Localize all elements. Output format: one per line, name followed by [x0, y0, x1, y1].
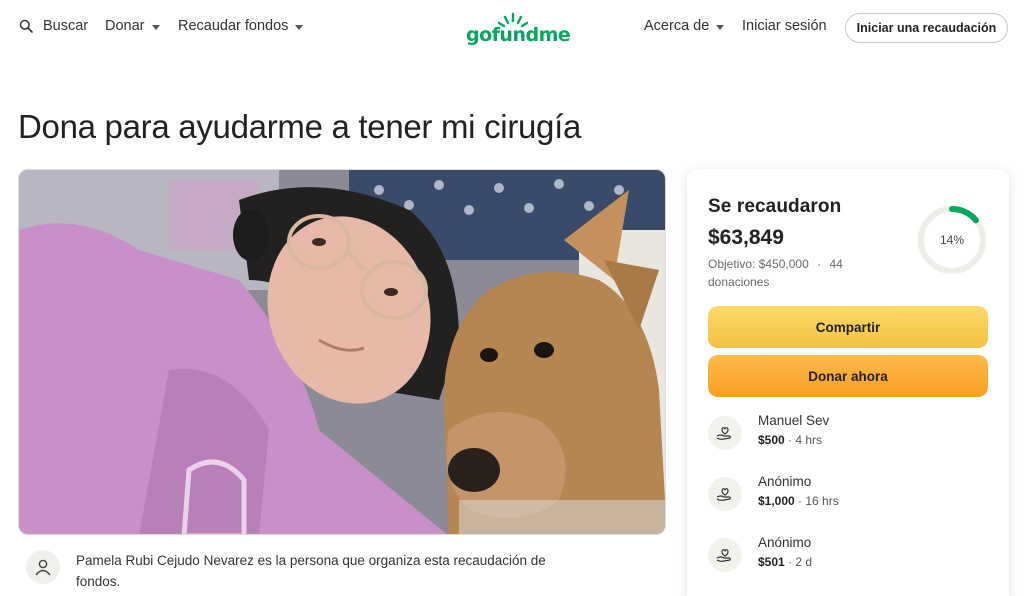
- donate-menu[interactable]: Donar: [105, 18, 160, 34]
- organizer-avatar: [26, 550, 60, 584]
- donate-now-button[interactable]: Donar ahora: [708, 355, 988, 397]
- about-menu-label: Acerca de: [644, 18, 710, 34]
- donation-time: · 2 d: [788, 555, 813, 569]
- donation-panel: Se recaudaron $63,849 Objetivo: $450,000…: [687, 169, 1009, 596]
- campaign-photo-illustration: [19, 170, 665, 534]
- goal-separator: ·: [817, 257, 822, 271]
- logo-text: gofundme: [466, 24, 571, 46]
- donation-heart-hand-icon: [708, 477, 742, 511]
- donation-amount: $500: [758, 433, 785, 447]
- goal-text: Objetivo: $450,000: [708, 257, 809, 271]
- start-fundraiser-button[interactable]: Iniciar una recaudación: [845, 13, 1008, 43]
- campaign-photo: [18, 169, 666, 535]
- progress-percent: 14%: [939, 233, 965, 247]
- page-title: Dona para ayudarme a tener mi cirugía: [18, 108, 582, 145]
- donation-meta: $501 · 2 d: [758, 555, 812, 569]
- top-navigation: Buscar Donar Recaudar fondos gofundme Ac…: [0, 0, 1024, 56]
- fundraise-menu-label: Recaudar fondos: [178, 18, 289, 34]
- donation-amount: $1,000: [758, 494, 795, 508]
- donor-name: Anónimo: [758, 474, 812, 489]
- raised-label: Se recaudaron: [708, 196, 842, 217]
- about-menu[interactable]: Acerca de: [644, 18, 725, 34]
- signin-label: Iniciar sesión: [742, 18, 827, 34]
- search-icon: [19, 19, 33, 33]
- donor-name: Manuel Sev: [758, 413, 830, 428]
- raised-amount: $63,849: [708, 226, 784, 249]
- chevron-down-icon: [151, 24, 160, 30]
- chevron-down-icon: [716, 24, 725, 30]
- search-label: Buscar: [43, 18, 89, 34]
- organizer-text: Pamela Rubi Cejudo Nevarez es la persona…: [76, 553, 546, 589]
- donation-time: · 4 hrs: [788, 433, 823, 447]
- donation-meta: $1,000 · 16 hrs: [758, 494, 839, 508]
- donation-time: · 16 hrs: [798, 494, 839, 508]
- donation-item: Anónimo $1,000 · 16 hrs: [708, 474, 988, 514]
- donation-item: Anónimo $501 · 2 d: [708, 535, 988, 575]
- donation-meta: $500 · 4 hrs: [758, 433, 822, 447]
- chevron-down-icon: [295, 24, 304, 30]
- donation-heart-hand-icon: [708, 416, 742, 450]
- search-button[interactable]: Buscar: [19, 18, 88, 34]
- share-button[interactable]: Compartir: [708, 306, 988, 348]
- fundraise-menu[interactable]: Recaudar fondos: [178, 18, 304, 34]
- donation-heart-hand-icon: [708, 538, 742, 572]
- goal-info: Objetivo: $450,000 · 44 donaciones: [708, 255, 898, 291]
- gofundme-logo[interactable]: gofundme: [466, 12, 571, 46]
- donor-name: Anónimo: [758, 535, 812, 550]
- user-icon: [35, 559, 51, 576]
- donation-amount: $501: [758, 555, 785, 569]
- donation-item: Manuel Sev $500 · 4 hrs: [708, 413, 988, 453]
- donate-menu-label: Donar: [105, 18, 145, 34]
- signin-link[interactable]: Iniciar sesión: [742, 18, 827, 34]
- organizer-info: Pamela Rubi Cejudo Nevarez es la persona…: [26, 550, 586, 592]
